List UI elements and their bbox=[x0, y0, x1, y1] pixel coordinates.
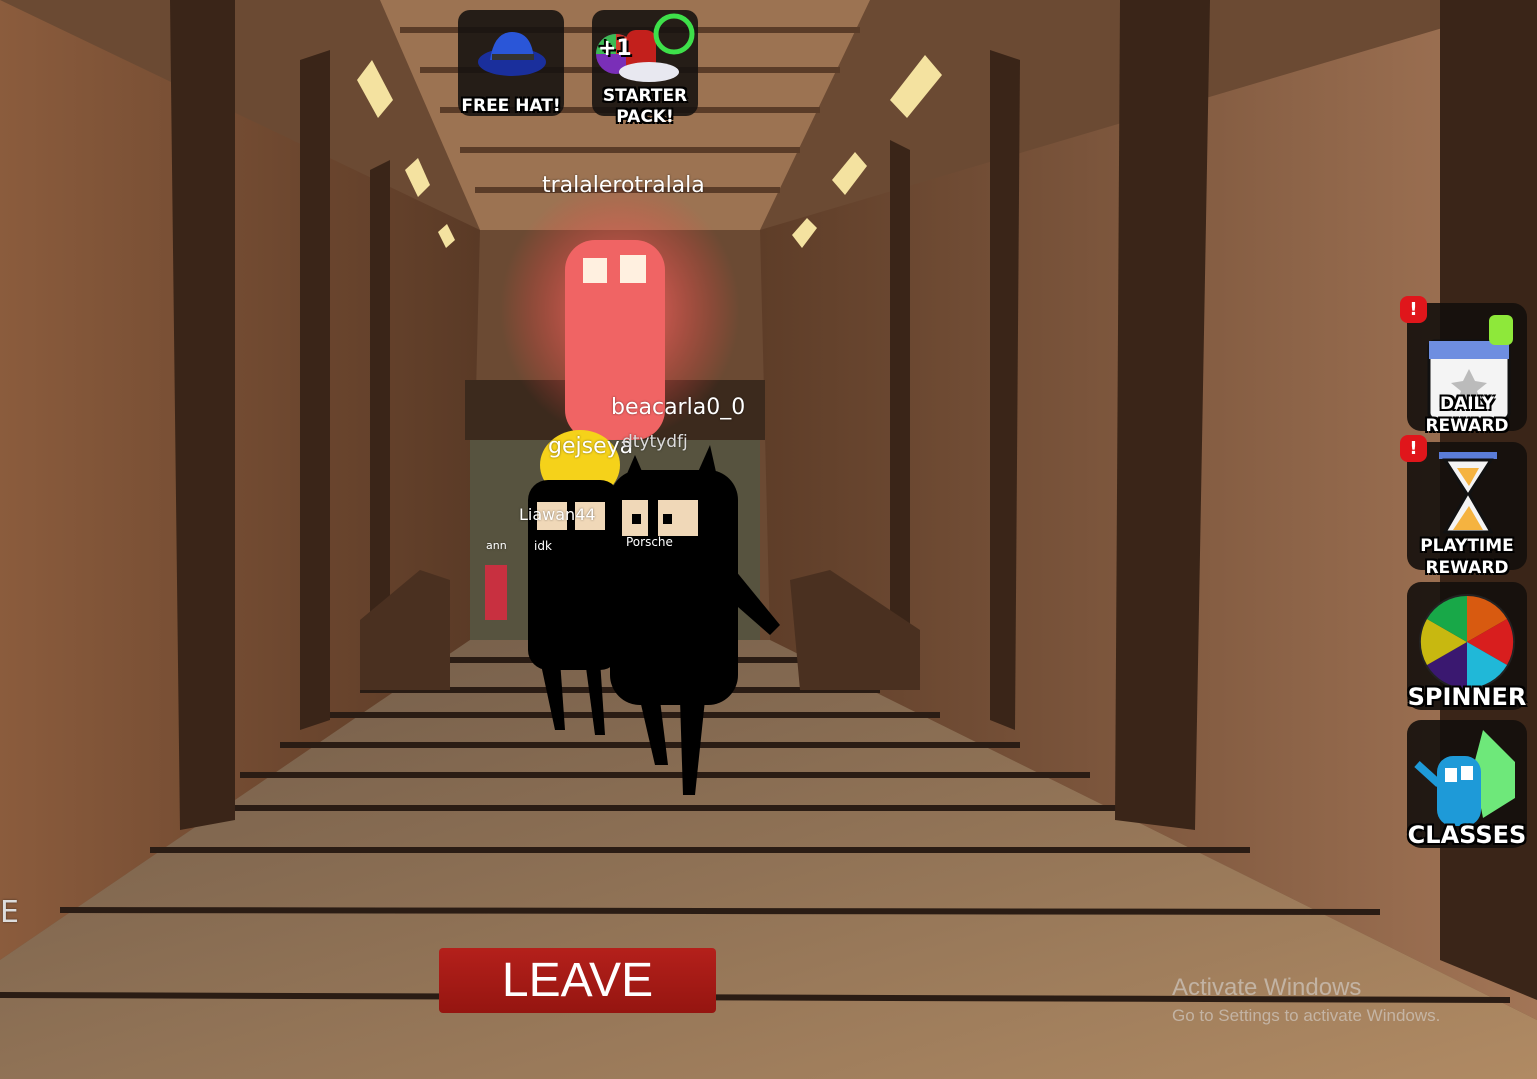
blue-character-icon bbox=[1414, 730, 1515, 826]
classes-label: CLASSES bbox=[1407, 821, 1527, 849]
player-name-tag: dtytydfj bbox=[622, 432, 688, 452]
notification-badge: ! bbox=[1400, 296, 1427, 323]
spinner-button[interactable]: SPINNER bbox=[1407, 582, 1527, 710]
player-name-tag: gejseya bbox=[548, 434, 634, 459]
player-name-tag: ann bbox=[486, 539, 507, 552]
starter-pack-label: STARTER PACK! bbox=[602, 86, 688, 127]
edge-text-fragment: E bbox=[0, 895, 19, 930]
free-hat-button[interactable]: FREE HAT! bbox=[458, 10, 564, 116]
playtime-reward-label: PLAYTIME REWARD bbox=[1420, 536, 1514, 578]
watermark-subtitle: Go to Settings to activate Windows. bbox=[1172, 1006, 1441, 1025]
notification-badge: ! bbox=[1400, 435, 1427, 462]
daily-reward-label: DAILY REWARD bbox=[1425, 394, 1509, 436]
blue-fedora-hat-icon bbox=[478, 32, 546, 76]
color-wheel-icon bbox=[1419, 594, 1515, 690]
player-name-tag: idk bbox=[534, 539, 552, 553]
player-name-tag: tralalerotralala bbox=[542, 173, 705, 198]
daily-reward-button[interactable]: DAILY REWARD ! bbox=[1400, 296, 1527, 436]
hourglass-icon bbox=[1439, 452, 1497, 534]
player-name-tag: beacarla0_0 bbox=[611, 395, 746, 420]
game-scene-corridor bbox=[0, 0, 1537, 1079]
player-name-tag: Liawan44 bbox=[519, 505, 596, 524]
leave-button[interactable]: LEAVE bbox=[439, 948, 716, 1013]
player-name-tag: Porsche bbox=[626, 535, 673, 549]
free-hat-label: FREE HAT! bbox=[461, 96, 561, 116]
playtime-reward-button[interactable]: PLAYTIME REWARD ! bbox=[1400, 435, 1527, 578]
watermark-title: Activate Windows bbox=[1172, 974, 1362, 1001]
starter-pack-button[interactable]: +1 STARTER PACK! bbox=[592, 10, 698, 127]
plus-one-badge: +1 bbox=[598, 36, 632, 61]
classes-button[interactable]: CLASSES bbox=[1407, 720, 1527, 848]
spinner-label: SPINNER bbox=[1407, 683, 1527, 711]
activate-windows-watermark: Activate Windows Go to Settings to activ… bbox=[1172, 974, 1440, 1026]
